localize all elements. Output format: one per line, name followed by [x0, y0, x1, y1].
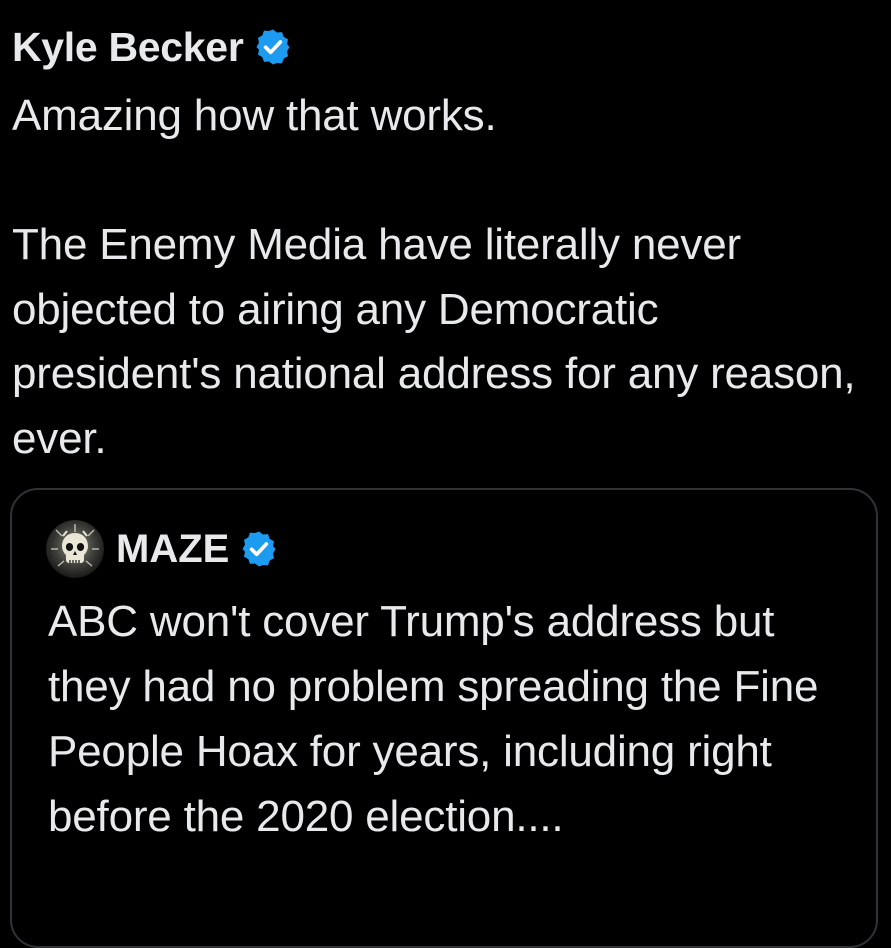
author-name[interactable]: Kyle Becker: [12, 24, 244, 71]
quoted-post-header[interactable]: MAZE: [46, 518, 279, 580]
post-author-row[interactable]: Kyle Becker: [12, 22, 293, 72]
verified-badge-icon[interactable]: [253, 27, 293, 67]
verified-badge-icon[interactable]: [239, 529, 279, 569]
quoted-post-card[interactable]: MAZE ABC won't cover Trump's address but…: [10, 488, 878, 948]
quoted-author-name[interactable]: MAZE: [116, 527, 229, 572]
post-body-text: Amazing how that works. The Enemy Media …: [12, 91, 856, 463]
skull-avatar-icon[interactable]: [46, 520, 104, 578]
quoted-post-body-text: ABC won't cover Trump's address but they…: [48, 597, 831, 841]
post: Kyle Becker Amazing how that works. The …: [0, 0, 891, 948]
